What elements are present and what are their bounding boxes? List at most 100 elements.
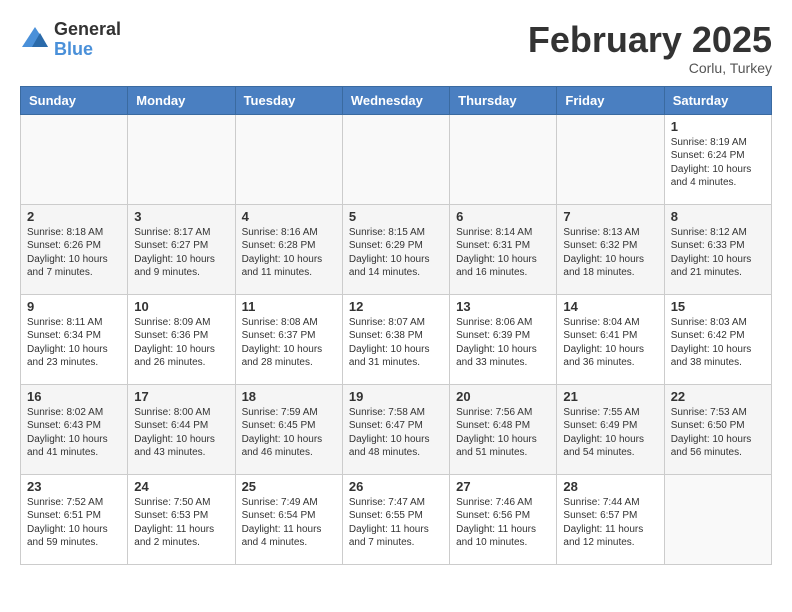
- calendar-cell: 14 Sunrise: 8:04 AM Sunset: 6:41 PM Dayli…: [557, 294, 664, 384]
- column-header-saturday: Saturday: [664, 86, 771, 114]
- calendar-cell: [128, 114, 235, 204]
- day-number: 1: [671, 119, 765, 134]
- day-info: Sunrise: 7:59 AM Sunset: 6:45 PM Dayligh…: [242, 406, 336, 460]
- day-number: 11: [242, 299, 336, 314]
- calendar-cell: 7 Sunrise: 8:13 AM Sunset: 6:32 PM Daylig…: [557, 204, 664, 294]
- day-number: 4: [242, 209, 336, 224]
- calendar-week-row: 23 Sunrise: 7:52 AM Sunset: 6:51 PM Dayli…: [21, 474, 772, 564]
- day-info: Sunrise: 8:09 AM Sunset: 6:36 PM Dayligh…: [134, 316, 228, 370]
- title-block: February 2025 Corlu, Turkey: [528, 20, 772, 76]
- day-info: Sunrise: 8:18 AM Sunset: 6:26 PM Dayligh…: [27, 226, 121, 280]
- calendar-cell: [664, 474, 771, 564]
- day-info: Sunrise: 8:06 AM Sunset: 6:39 PM Dayligh…: [456, 316, 550, 370]
- day-info: Sunrise: 8:19 AM Sunset: 6:24 PM Dayligh…: [671, 136, 765, 190]
- day-info: Sunrise: 8:16 AM Sunset: 6:28 PM Dayligh…: [242, 226, 336, 280]
- day-number: 25: [242, 479, 336, 494]
- day-number: 6: [456, 209, 550, 224]
- column-header-wednesday: Wednesday: [342, 86, 449, 114]
- day-info: Sunrise: 8:03 AM Sunset: 6:42 PM Dayligh…: [671, 316, 765, 370]
- day-number: 5: [349, 209, 443, 224]
- day-number: 10: [134, 299, 228, 314]
- day-info: Sunrise: 8:15 AM Sunset: 6:29 PM Dayligh…: [349, 226, 443, 280]
- day-info: Sunrise: 8:13 AM Sunset: 6:32 PM Dayligh…: [563, 226, 657, 280]
- day-number: 28: [563, 479, 657, 494]
- day-info: Sunrise: 8:08 AM Sunset: 6:37 PM Dayligh…: [242, 316, 336, 370]
- day-number: 7: [563, 209, 657, 224]
- calendar-cell: 9Sunrise: 8:11 AM Sunset: 6:34 PM Daylig…: [21, 294, 128, 384]
- calendar-cell: 1 Sunrise: 8:19 AM Sunset: 6:24 PM Daylig…: [664, 114, 771, 204]
- day-number: 12: [349, 299, 443, 314]
- calendar-cell: 8 Sunrise: 8:12 AM Sunset: 6:33 PM Daylig…: [664, 204, 771, 294]
- calendar-cell: 24 Sunrise: 7:50 AM Sunset: 6:53 PM Dayli…: [128, 474, 235, 564]
- calendar-cell: 12 Sunrise: 8:07 AM Sunset: 6:38 PM Dayli…: [342, 294, 449, 384]
- day-number: 24: [134, 479, 228, 494]
- column-header-monday: Monday: [128, 86, 235, 114]
- logo-general-text: General: [54, 19, 121, 39]
- calendar-cell: 17Sunrise: 8:00 AM Sunset: 6:44 PM Dayli…: [128, 384, 235, 474]
- calendar-cell: [557, 114, 664, 204]
- calendar-cell: 3Sunrise: 8:17 AM Sunset: 6:27 PM Daylig…: [128, 204, 235, 294]
- day-info: Sunrise: 7:47 AM Sunset: 6:55 PM Dayligh…: [349, 496, 443, 550]
- day-number: 23: [27, 479, 121, 494]
- day-number: 14: [563, 299, 657, 314]
- day-info: Sunrise: 7:55 AM Sunset: 6:49 PM Dayligh…: [563, 406, 657, 460]
- day-info: Sunrise: 7:52 AM Sunset: 6:51 PM Dayligh…: [27, 496, 121, 550]
- day-number: 15: [671, 299, 765, 314]
- day-number: 8: [671, 209, 765, 224]
- column-header-friday: Friday: [557, 86, 664, 114]
- calendar-cell: 26 Sunrise: 7:47 AM Sunset: 6:55 PM Dayli…: [342, 474, 449, 564]
- day-number: 21: [563, 389, 657, 404]
- calendar-cell: 25 Sunrise: 7:49 AM Sunset: 6:54 PM Dayli…: [235, 474, 342, 564]
- day-number: 9: [27, 299, 121, 314]
- location-subtitle: Corlu, Turkey: [528, 60, 772, 76]
- column-header-sunday: Sunday: [21, 86, 128, 114]
- calendar-cell: 2Sunrise: 8:18 AM Sunset: 6:26 PM Daylig…: [21, 204, 128, 294]
- logo: General Blue: [20, 20, 121, 60]
- calendar-cell: 19 Sunrise: 7:58 AM Sunset: 6:47 PM Dayli…: [342, 384, 449, 474]
- logo-blue-text: Blue: [54, 39, 93, 59]
- calendar-cell: 20Sunrise: 7:56 AM Sunset: 6:48 PM Dayli…: [450, 384, 557, 474]
- calendar-week-row: 9Sunrise: 8:11 AM Sunset: 6:34 PM Daylig…: [21, 294, 772, 384]
- month-title: February 2025: [528, 20, 772, 60]
- calendar-cell: [235, 114, 342, 204]
- calendar-cell: 22Sunrise: 7:53 AM Sunset: 6:50 PM Dayli…: [664, 384, 771, 474]
- calendar-table: SundayMondayTuesdayWednesdayThursdayFrid…: [20, 86, 772, 565]
- calendar-cell: 16Sunrise: 8:02 AM Sunset: 6:43 PM Dayli…: [21, 384, 128, 474]
- day-info: Sunrise: 7:49 AM Sunset: 6:54 PM Dayligh…: [242, 496, 336, 550]
- day-info: Sunrise: 8:02 AM Sunset: 6:43 PM Dayligh…: [27, 406, 121, 460]
- calendar-cell: 23 Sunrise: 7:52 AM Sunset: 6:51 PM Dayli…: [21, 474, 128, 564]
- page-header: General Blue February 2025 Corlu, Turkey: [20, 20, 772, 76]
- day-info: Sunrise: 8:17 AM Sunset: 6:27 PM Dayligh…: [134, 226, 228, 280]
- calendar-header-row: SundayMondayTuesdayWednesdayThursdayFrid…: [21, 86, 772, 114]
- day-info: Sunrise: 8:04 AM Sunset: 6:41 PM Dayligh…: [563, 316, 657, 370]
- day-info: Sunrise: 8:12 AM Sunset: 6:33 PM Dayligh…: [671, 226, 765, 280]
- day-number: 17: [134, 389, 228, 404]
- calendar-cell: [21, 114, 128, 204]
- day-info: Sunrise: 7:50 AM Sunset: 6:53 PM Dayligh…: [134, 496, 228, 550]
- calendar-week-row: 1 Sunrise: 8:19 AM Sunset: 6:24 PM Daylig…: [21, 114, 772, 204]
- calendar-cell: 21 Sunrise: 7:55 AM Sunset: 6:49 PM Dayli…: [557, 384, 664, 474]
- calendar-cell: 10 Sunrise: 8:09 AM Sunset: 6:36 PM Dayli…: [128, 294, 235, 384]
- calendar-week-row: 2Sunrise: 8:18 AM Sunset: 6:26 PM Daylig…: [21, 204, 772, 294]
- day-info: Sunrise: 8:07 AM Sunset: 6:38 PM Dayligh…: [349, 316, 443, 370]
- day-number: 13: [456, 299, 550, 314]
- calendar-cell: 11 Sunrise: 8:08 AM Sunset: 6:37 PM Dayli…: [235, 294, 342, 384]
- calendar-cell: 27 Sunrise: 7:46 AM Sunset: 6:56 PM Dayli…: [450, 474, 557, 564]
- day-info: Sunrise: 7:46 AM Sunset: 6:56 PM Dayligh…: [456, 496, 550, 550]
- logo-icon: [20, 25, 50, 55]
- column-header-tuesday: Tuesday: [235, 86, 342, 114]
- calendar-cell: 28Sunrise: 7:44 AM Sunset: 6:57 PM Dayli…: [557, 474, 664, 564]
- day-number: 26: [349, 479, 443, 494]
- day-number: 18: [242, 389, 336, 404]
- calendar-cell: 4 Sunrise: 8:16 AM Sunset: 6:28 PM Daylig…: [235, 204, 342, 294]
- calendar-cell: 13 Sunrise: 8:06 AM Sunset: 6:39 PM Dayli…: [450, 294, 557, 384]
- day-number: 19: [349, 389, 443, 404]
- calendar-cell: 18 Sunrise: 7:59 AM Sunset: 6:45 PM Dayli…: [235, 384, 342, 474]
- calendar-week-row: 16Sunrise: 8:02 AM Sunset: 6:43 PM Dayli…: [21, 384, 772, 474]
- day-number: 27: [456, 479, 550, 494]
- day-info: Sunrise: 7:58 AM Sunset: 6:47 PM Dayligh…: [349, 406, 443, 460]
- column-header-thursday: Thursday: [450, 86, 557, 114]
- day-info: Sunrise: 7:56 AM Sunset: 6:48 PM Dayligh…: [456, 406, 550, 460]
- calendar-cell: [342, 114, 449, 204]
- day-info: Sunrise: 8:14 AM Sunset: 6:31 PM Dayligh…: [456, 226, 550, 280]
